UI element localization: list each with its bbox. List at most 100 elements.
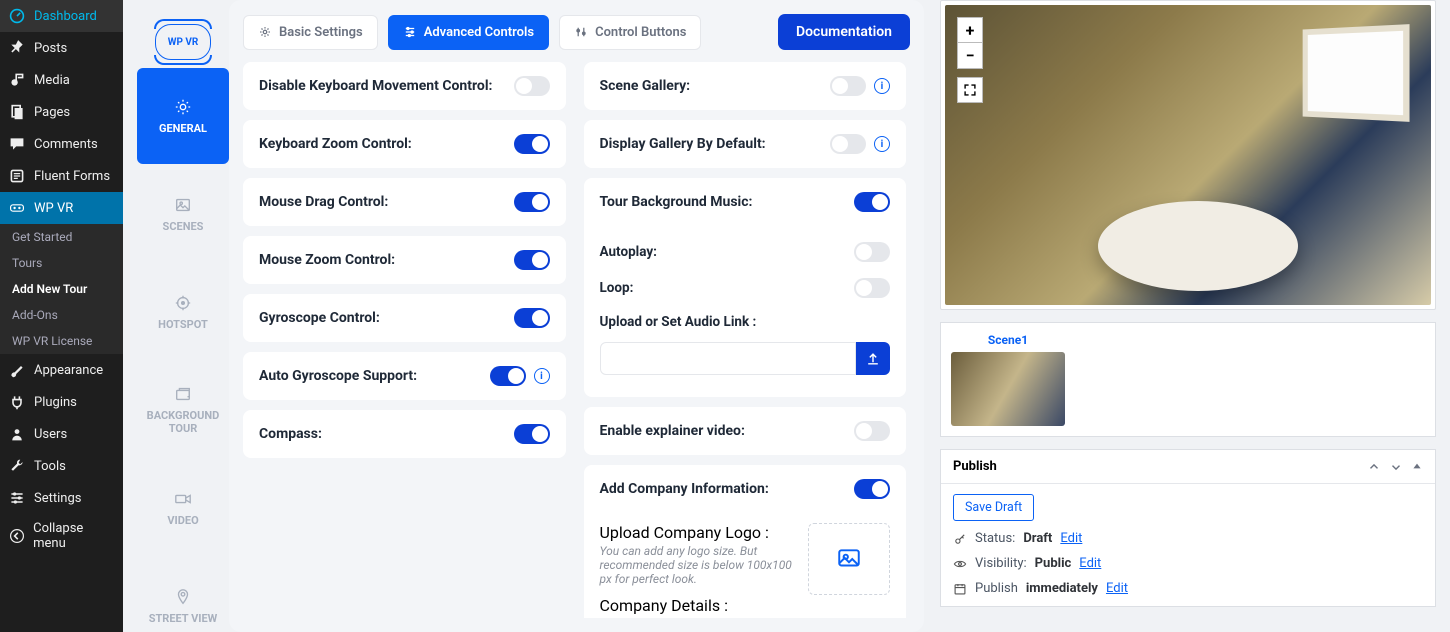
toggle-scene-gallery[interactable] bbox=[830, 76, 866, 96]
info-icon[interactable]: i bbox=[874, 78, 890, 94]
toggle-auto-gyroscope[interactable] bbox=[490, 366, 526, 386]
menu-media[interactable]: Media bbox=[0, 64, 123, 96]
pages-icon bbox=[8, 103, 26, 121]
menu-tools[interactable]: Tools bbox=[0, 450, 123, 482]
menu-label: Tools bbox=[34, 459, 66, 474]
menu-dashboard[interactable]: Dashboard bbox=[0, 0, 123, 32]
scene-strip: Scene1 bbox=[940, 322, 1436, 437]
logo-upload-box[interactable] bbox=[808, 523, 890, 595]
menu-posts[interactable]: Posts bbox=[0, 32, 123, 64]
submenu-tours[interactable]: Tours bbox=[0, 250, 123, 276]
panel-toggle-icon[interactable] bbox=[1411, 460, 1423, 474]
submenu-addons[interactable]: Add-Ons bbox=[0, 302, 123, 328]
controls-icon bbox=[574, 25, 588, 39]
menu-label: Collapse menu bbox=[33, 521, 115, 551]
vtab-scenes[interactable]: SCENES bbox=[137, 166, 229, 262]
setting-label: Upload or Set Audio Link : bbox=[600, 314, 891, 330]
menu-fluent-forms[interactable]: Fluent Forms bbox=[0, 160, 123, 192]
toggle-autoplay[interactable] bbox=[854, 242, 890, 262]
menu-plugins[interactable]: Plugins bbox=[0, 386, 123, 418]
vtab-street[interactable]: STREET VIEW bbox=[137, 558, 229, 632]
menu-comments[interactable]: Comments bbox=[0, 128, 123, 160]
settings-panel: Basic Settings Advanced Controls Control… bbox=[229, 0, 924, 632]
setting-label: Mouse Zoom Control: bbox=[259, 252, 395, 268]
menu-label: Appearance bbox=[34, 363, 103, 378]
row-gallery-default: Display Gallery By Default: i bbox=[584, 120, 907, 168]
menu-pages[interactable]: Pages bbox=[0, 96, 123, 128]
layers-icon bbox=[174, 385, 192, 403]
vtab-hotspot[interactable]: HOTSPOT bbox=[137, 264, 229, 360]
toggle-company-info[interactable] bbox=[854, 479, 890, 499]
upload-audio-button[interactable] bbox=[856, 342, 890, 375]
panorama-preview[interactable]: + − bbox=[945, 5, 1431, 305]
row-mouse-drag: Mouse Drag Control: bbox=[243, 178, 566, 226]
gear-icon bbox=[258, 25, 272, 39]
fullscreen-button[interactable] bbox=[957, 77, 983, 103]
info-icon[interactable]: i bbox=[534, 368, 550, 384]
menu-label: Media bbox=[34, 73, 70, 88]
tab-control-buttons[interactable]: Control Buttons bbox=[559, 15, 701, 50]
menu-label: Plugins bbox=[34, 395, 77, 410]
tab-label: Control Buttons bbox=[595, 25, 686, 40]
zoom-out-button[interactable]: − bbox=[957, 43, 983, 69]
target-icon bbox=[174, 294, 192, 312]
zoom-in-button[interactable]: + bbox=[957, 17, 983, 43]
setting-label: Enable explainer video: bbox=[600, 423, 745, 439]
toggle-disable-keyboard[interactable] bbox=[514, 76, 550, 96]
menu-label: Posts bbox=[34, 41, 67, 56]
menu-users[interactable]: Users bbox=[0, 418, 123, 450]
sliders-icon bbox=[8, 489, 26, 507]
toggle-explainer[interactable] bbox=[854, 421, 890, 441]
wpvr-logo: WP VR bbox=[155, 24, 211, 60]
submenu-license[interactable]: WP VR License bbox=[0, 328, 123, 354]
audio-link-input[interactable] bbox=[600, 342, 857, 375]
setting-label: Display Gallery By Default: bbox=[600, 136, 766, 152]
top-tabs: Basic Settings Advanced Controls Control… bbox=[243, 14, 910, 50]
menu-collapse[interactable]: Collapse menu bbox=[0, 514, 123, 558]
edit-status-link[interactable]: Edit bbox=[1060, 531, 1082, 546]
menu-appearance[interactable]: Appearance bbox=[0, 354, 123, 386]
info-icon[interactable]: i bbox=[874, 136, 890, 152]
save-draft-button[interactable]: Save Draft bbox=[953, 494, 1034, 521]
toggle-loop[interactable] bbox=[854, 278, 890, 298]
panel-up-icon[interactable] bbox=[1367, 460, 1381, 474]
publish-box: Publish Save Draft Status: Draft Edit bbox=[940, 449, 1436, 607]
row-mouse-zoom: Mouse Zoom Control: bbox=[243, 236, 566, 284]
form-icon bbox=[8, 167, 26, 185]
menu-label: Dashboard bbox=[34, 9, 97, 24]
toggle-compass[interactable] bbox=[514, 424, 550, 444]
tab-basic-settings[interactable]: Basic Settings bbox=[243, 15, 378, 50]
tab-advanced-controls[interactable]: Advanced Controls bbox=[388, 15, 549, 50]
toggle-keyboard-zoom[interactable] bbox=[514, 134, 550, 154]
vtab-video[interactable]: VIDEO bbox=[137, 460, 229, 556]
toggle-gallery-default[interactable] bbox=[830, 134, 866, 154]
vtab-general[interactable]: GENERAL bbox=[137, 68, 229, 164]
toggle-mouse-drag[interactable] bbox=[514, 192, 550, 212]
menu-label: Settings bbox=[34, 491, 81, 506]
eye-icon bbox=[953, 557, 967, 571]
submenu-add-new-tour[interactable]: Add New Tour bbox=[0, 276, 123, 302]
toggle-bg-music[interactable] bbox=[854, 192, 890, 212]
panel-down-icon[interactable] bbox=[1389, 460, 1403, 474]
scene-item[interactable]: Scene1 bbox=[951, 333, 1065, 426]
row-bg-music: Tour Background Music: Autoplay: Loop: U… bbox=[584, 178, 907, 397]
user-icon bbox=[8, 425, 26, 443]
toggle-mouse-zoom[interactable] bbox=[514, 250, 550, 270]
dashboard-icon bbox=[8, 7, 26, 25]
documentation-button[interactable]: Documentation bbox=[778, 14, 910, 50]
menu-wp-vr[interactable]: WP VR bbox=[0, 192, 123, 224]
setting-label: Disable Keyboard Movement Control: bbox=[259, 78, 492, 94]
menu-label: WP VR bbox=[34, 201, 73, 216]
toggle-gyroscope[interactable] bbox=[514, 308, 550, 328]
submenu-get-started[interactable]: Get Started bbox=[0, 224, 123, 250]
plug-icon bbox=[8, 393, 26, 411]
edit-visibility-link[interactable]: Edit bbox=[1079, 556, 1101, 571]
edit-publish-link[interactable]: Edit bbox=[1106, 581, 1128, 596]
setting-label: Mouse Drag Control: bbox=[259, 194, 388, 210]
wp-admin-sidebar: Dashboard Posts Media Pages Comments Flu… bbox=[0, 0, 123, 632]
gear-icon bbox=[174, 98, 192, 116]
setting-label: Company Details : bbox=[600, 596, 795, 615]
menu-settings[interactable]: Settings bbox=[0, 482, 123, 514]
status-value: Draft bbox=[1023, 531, 1052, 546]
vtab-bgtour[interactable]: BACKGROUND TOUR bbox=[137, 362, 229, 458]
